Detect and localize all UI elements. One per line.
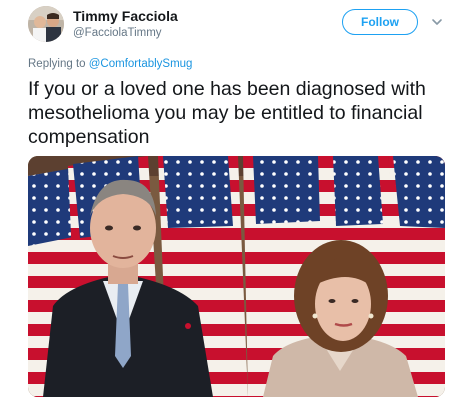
avatar[interactable] — [28, 6, 64, 42]
tweet-text: If you or a loved one has been diagnosed… — [28, 78, 426, 148]
follow-button[interactable]: Follow — [342, 9, 418, 35]
chevron-down-icon[interactable] — [430, 15, 444, 29]
photo-two-people-flags — [28, 156, 445, 397]
replying-to-label: Replying to — [28, 58, 86, 70]
avatar-image — [28, 6, 64, 42]
author-name[interactable]: Timmy Facciola — [73, 8, 178, 24]
tweet-media-image[interactable] — [28, 156, 445, 397]
replying-to: Replying to @ComfortablySmug — [28, 58, 192, 70]
reply-mention-link[interactable]: @ComfortablySmug — [89, 58, 193, 70]
author-handle[interactable]: @FacciolaTimmy — [73, 27, 162, 39]
